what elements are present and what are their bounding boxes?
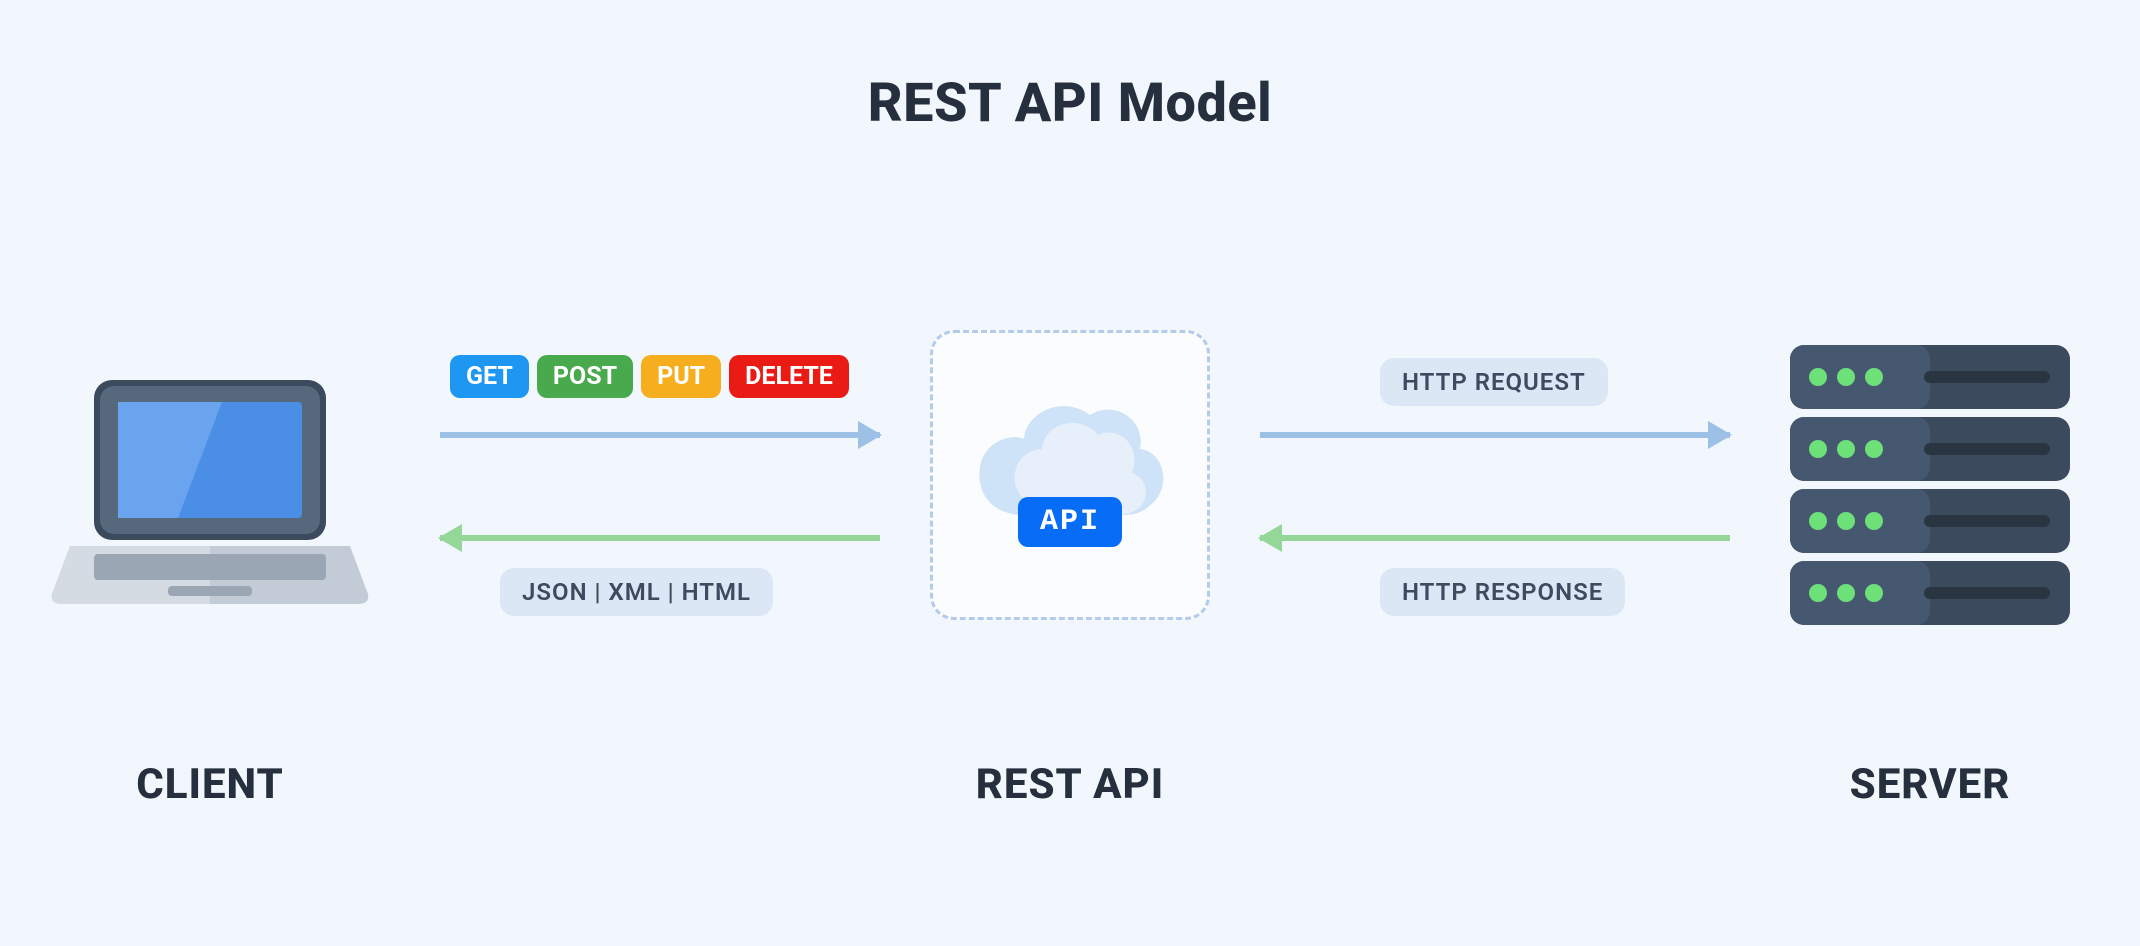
http-request-label: HTTP REQUEST xyxy=(1380,358,1608,406)
api-tag: API xyxy=(1018,497,1122,547)
response-arrow-server-to-api xyxy=(1260,535,1730,541)
response-arrow-api-to-client xyxy=(440,535,880,541)
client-caption: CLIENT xyxy=(40,760,380,809)
request-arrow-client-to-api xyxy=(440,432,880,438)
server-caption: SERVER xyxy=(1760,760,2100,809)
server-rack-icon xyxy=(1790,345,2070,635)
request-arrow-api-to-server xyxy=(1260,432,1730,438)
rest-api-box: API xyxy=(930,330,1210,620)
diagram-title: REST API Model xyxy=(0,72,2140,135)
http-methods-row: GETPOSTPUTDELETE xyxy=(450,355,849,398)
cloud-icon: API xyxy=(970,395,1170,555)
http-method-get: GET xyxy=(450,355,529,398)
api-caption: REST API xyxy=(900,760,1240,809)
client-laptop-icon xyxy=(50,370,370,630)
http-method-delete: DELETE xyxy=(729,355,849,398)
http-response-label: HTTP RESPONSE xyxy=(1380,568,1625,616)
http-method-post: POST xyxy=(537,355,633,398)
http-method-put: PUT xyxy=(641,355,721,398)
response-formats-label: JSON | XML | HTML xyxy=(500,568,773,616)
